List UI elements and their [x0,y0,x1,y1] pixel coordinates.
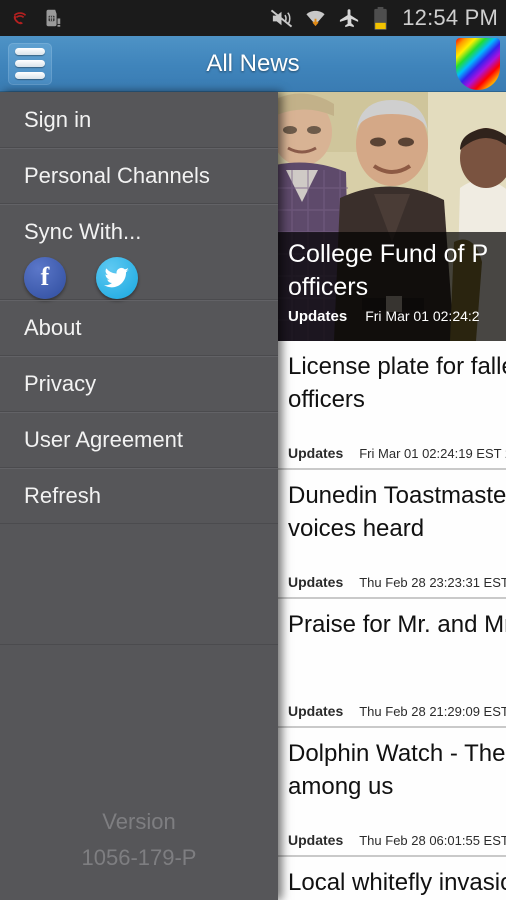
article-source: Updates [288,445,344,461]
menu-bar-1 [15,48,45,55]
sidebar-item-label: Personal Channels [24,163,210,188]
sidebar-item-label: Privacy [24,371,97,396]
article-title-line1: Local whitefly invasio [288,869,506,896]
article-title-line2: among us [288,773,394,800]
status-bar-left-icons [0,7,63,29]
article-title-line2: officers [288,386,365,413]
hero-article-title-line2: officers [288,273,369,301]
article-date: Thu Feb 28 23:23:31 EST 2 [359,575,506,590]
list-item[interactable]: Dolphin Watch - The i among us Updates T… [278,728,506,857]
twitter-icon[interactable] [96,257,138,299]
twitter-bird-glyph [104,267,129,288]
airplane-mode-icon [338,7,361,30]
facebook-glyph: f [40,262,50,291]
list-item[interactable]: License plate for falle officers Updates… [278,341,506,470]
wifi-calling-icon [9,7,31,29]
article-title-line2: voices heard [288,515,425,542]
list-item[interactable]: Local whitefly invasio at least for now [278,857,506,900]
article-meta: Updates Thu Feb 28 23:23:31 EST 2 [288,574,506,590]
app-version: Version 1056-179-P [0,804,278,876]
sidebar-item-sign-in[interactable]: Sign in [0,92,278,148]
article-meta: Updates Fri Mar 01 02:24:19 EST 20 [288,445,506,461]
article-title-line1: Dunedin Toastmaster [288,482,506,509]
status-bar-clock: 12:54 PM [402,5,498,30]
sidebar-item-privacy[interactable]: Privacy [0,356,278,412]
sim-card-alert-icon [41,7,63,29]
sidebar-item-label: Sign in [24,106,92,132]
status-bar-right-icons: 12:54 PM [270,5,506,31]
article-source: Updates [288,832,344,848]
status-bar: 12:54 PM [0,0,506,36]
hamburger-menu-icon[interactable] [8,42,52,85]
facebook-icon[interactable]: f [24,257,66,299]
rainbow-app-logo-icon[interactable] [456,37,500,90]
action-bar: All News [0,36,506,92]
sidebar-item-user-agreement[interactable]: User Agreement [0,412,278,468]
battery-low-icon [372,6,389,31]
sidebar-item-label: Refresh [24,483,102,508]
social-sync-buttons: f [24,257,138,299]
hero-article-card[interactable]: College Fund of P officers Updates Fri M… [278,92,506,341]
sidebar-item-sync-with: Sync With... f [0,204,278,300]
sidebar-item-personal-channels[interactable]: Personal Channels [0,148,278,204]
wifi-download-icon [304,7,327,30]
hero-article-title-line1: College Fund of P [288,240,489,268]
version-number: 1056-179-P [81,845,197,870]
app-screen: 12:54 PM All News College Fund of P offi… [0,0,506,900]
article-source: Updates [288,703,344,719]
hero-article-meta: Updates Fri Mar 01 02:24:2 [288,308,496,325]
menu-bar-2 [15,60,45,67]
article-meta: Updates Thu Feb 28 06:01:55 EST 2 [288,832,506,848]
article-date: Thu Feb 28 21:29:09 EST 2 [359,704,506,719]
sidebar-item-refresh[interactable]: Refresh [0,468,278,524]
hero-article-caption: College Fund of P officers Updates Fri M… [278,232,506,341]
sidebar-item-label: About [24,315,82,340]
article-date: Fri Mar 01 02:24:19 EST 20 [359,446,506,461]
sound-muted-icon [270,7,293,30]
sidebar-item-label: User Agreement [24,427,183,452]
article-title-line1: License plate for falle [288,353,506,380]
article-title-line1: Praise for Mr. and Mrs [288,611,506,638]
article-meta: Updates Thu Feb 28 21:29:09 EST 2 [288,703,506,719]
hero-article-date: Fri Mar 01 02:24:2 [365,308,480,324]
navigation-drawer: Sign in Personal Channels Sync With... f [0,92,278,900]
article-source: Updates [288,574,344,590]
hero-article-source: Updates [288,308,348,325]
article-date: Thu Feb 28 06:01:55 EST 2 [359,833,506,848]
menu-bar-3 [15,72,45,79]
sidebar-item-label: Sync With... [24,219,142,244]
list-item[interactable]: Praise for Mr. and Mrs Updates Thu Feb 2… [278,599,506,728]
list-item[interactable]: Dunedin Toastmaster voices heard Updates… [278,470,506,599]
version-label: Version [102,809,176,834]
sidebar-item-about[interactable]: About [0,300,278,356]
page-title: All News [206,49,300,77]
content-area: College Fund of P officers Updates Fri M… [0,92,506,900]
article-title-line1: Dolphin Watch - The i [288,740,506,767]
news-list[interactable]: College Fund of P officers Updates Fri M… [278,92,506,900]
